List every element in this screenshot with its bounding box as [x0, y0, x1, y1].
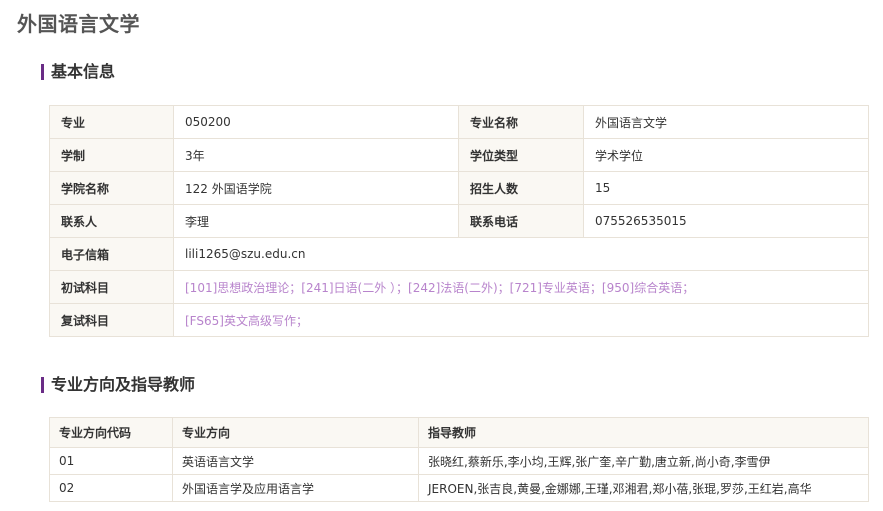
direction-code: 02 — [49, 474, 173, 502]
enrollment-value: 15 — [583, 171, 869, 205]
column-header-advisors: 指导教师 — [418, 417, 869, 448]
column-header-direction: 专业方向 — [172, 417, 419, 448]
table-row: 复试科目 [FS65]英文高级写作； — [49, 303, 869, 337]
duration-value: 3年 — [173, 138, 459, 172]
directions-table: 专业方向代码 专业方向 指导教师 01 英语语言文学 张晓红,蔡新乐,李小均,王… — [49, 417, 869, 502]
direction-name: 英语语言文学 — [172, 447, 419, 475]
table-row: 02 外国语言学及应用语言学 JEROEN,张吉良,黄曼,金娜娜,王瑾,邓湘君,… — [49, 474, 869, 502]
email-value: lili1265@szu.edu.cn — [173, 237, 869, 271]
degree-type-value: 学术学位 — [583, 138, 869, 172]
table-row: 联系人 李理 联系电话 075526535015 — [49, 204, 869, 238]
directions-heading-text: 专业方向及指导教师 — [51, 375, 196, 394]
directions-heading: 专业方向及指导教师 — [41, 375, 195, 395]
major-code-label: 专业 — [49, 105, 174, 139]
heading-accent-bar — [41, 377, 44, 393]
table-row: 学制 3年 学位类型 学术学位 — [49, 138, 869, 172]
basic-info-table: 专业 050200 专业名称 外国语言文学 学制 3年 学位类型 学术学位 学院… — [49, 105, 869, 337]
contact-value: 李理 — [173, 204, 459, 238]
college-label: 学院名称 — [49, 171, 174, 205]
heading-accent-bar — [41, 64, 44, 80]
retest-subjects-link[interactable]: [FS65]英文高级写作； — [173, 303, 869, 337]
direction-advisors: JEROEN,张吉良,黄曼,金娜娜,王瑾,邓湘君,郑小蓓,张琨,罗莎,王红岩,高… — [418, 474, 869, 502]
page-title: 外国语言文学 — [17, 12, 140, 36]
basic-info-heading: 基本信息 — [41, 62, 115, 82]
prelim-subjects-label: 初试科目 — [49, 270, 174, 304]
duration-label: 学制 — [49, 138, 174, 172]
table-row: 专业 050200 专业名称 外国语言文学 — [49, 105, 869, 139]
email-label: 电子信箱 — [49, 237, 174, 271]
enrollment-label: 招生人数 — [458, 171, 584, 205]
basic-info-heading-text: 基本信息 — [51, 62, 116, 81]
direction-code: 01 — [49, 447, 173, 475]
retest-subjects-label: 复试科目 — [49, 303, 174, 337]
direction-name: 外国语言学及应用语言学 — [172, 474, 419, 502]
major-name-value: 外国语言文学 — [583, 105, 869, 139]
phone-label: 联系电话 — [458, 204, 584, 238]
direction-advisors: 张晓红,蔡新乐,李小均,王辉,张广奎,辛广勤,唐立新,尚小奇,李雪伊 — [418, 447, 869, 475]
major-code-value: 050200 — [173, 105, 459, 139]
table-row: 01 英语语言文学 张晓红,蔡新乐,李小均,王辉,张广奎,辛广勤,唐立新,尚小奇… — [49, 447, 869, 475]
table-header-row: 专业方向代码 专业方向 指导教师 — [49, 417, 869, 448]
table-row: 初试科目 [101]思想政治理论；[241]日语(二外 ）；[242]法语(二外… — [49, 270, 869, 304]
table-row: 学院名称 122 外国语学院 招生人数 15 — [49, 171, 869, 205]
phone-value: 075526535015 — [583, 204, 869, 238]
prelim-subjects-link[interactable]: [101]思想政治理论；[241]日语(二外 ）；[242]法语(二外)；[72… — [173, 270, 869, 304]
column-header-code: 专业方向代码 — [49, 417, 173, 448]
major-name-label: 专业名称 — [458, 105, 584, 139]
contact-label: 联系人 — [49, 204, 174, 238]
degree-type-label: 学位类型 — [458, 138, 584, 172]
college-value: 122 外国语学院 — [173, 171, 459, 205]
table-row: 电子信箱 lili1265@szu.edu.cn — [49, 237, 869, 271]
